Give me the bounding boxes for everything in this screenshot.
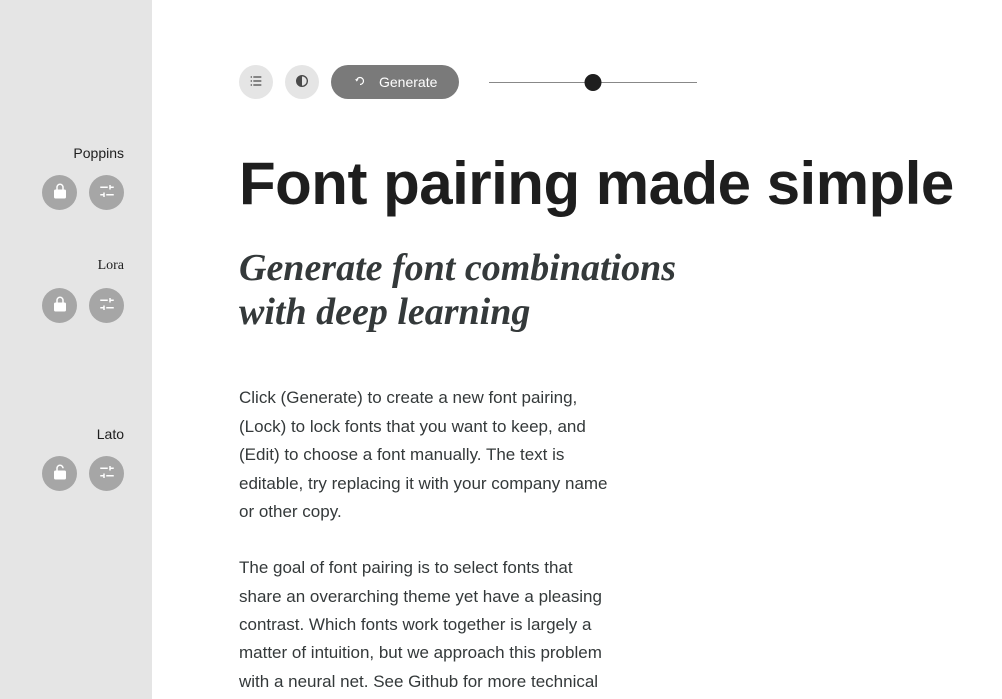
contrast-icon xyxy=(294,73,310,92)
list-icon xyxy=(248,73,264,92)
generate-button[interactable]: Generate xyxy=(331,65,459,99)
font-name-heading: Poppins xyxy=(73,145,124,161)
lock-button-subheading[interactable] xyxy=(42,288,77,323)
list-view-button[interactable] xyxy=(239,65,273,99)
body-paragraph-2[interactable]: The goal of font pairing is to select fo… xyxy=(239,554,614,699)
lock-icon xyxy=(51,295,69,316)
unlock-icon xyxy=(51,463,69,484)
slider-handle[interactable] xyxy=(585,74,602,91)
edit-button-subheading[interactable] xyxy=(89,288,124,323)
heading-text[interactable]: Font pairing made simple xyxy=(239,151,1002,217)
sliders-icon xyxy=(98,295,116,316)
font-slot-body-buttons xyxy=(42,456,124,491)
body-paragraph-1[interactable]: Click (Generate) to create a new font pa… xyxy=(239,384,614,526)
toolbar: Generate xyxy=(239,65,1002,99)
lock-icon xyxy=(51,182,69,203)
refresh-icon xyxy=(353,74,367,91)
font-slot-heading-buttons xyxy=(42,175,124,210)
sliders-icon xyxy=(98,463,116,484)
generate-button-label: Generate xyxy=(379,74,437,90)
contrast-button[interactable] xyxy=(285,65,319,99)
font-name-subheading: Lora xyxy=(98,258,124,274)
font-slot-subheading-buttons xyxy=(42,288,124,323)
lock-button-heading[interactable] xyxy=(42,175,77,210)
lock-button-body[interactable] xyxy=(42,456,77,491)
font-slot-body: Lato xyxy=(0,426,152,491)
font-slot-heading: Poppins xyxy=(0,145,152,210)
subheading-text[interactable]: Generate font combinations with deep lea… xyxy=(239,247,709,334)
font-name-body: Lato xyxy=(97,426,124,442)
body-text: Click (Generate) to create a new font pa… xyxy=(239,384,614,699)
main-content: Generate Font pairing made simple Genera… xyxy=(152,0,1002,699)
sidebar: Poppins Lora xyxy=(0,0,152,699)
font-slot-subheading: Lora xyxy=(0,258,152,323)
size-slider[interactable] xyxy=(489,65,697,99)
edit-button-body[interactable] xyxy=(89,456,124,491)
edit-button-heading[interactable] xyxy=(89,175,124,210)
sliders-icon xyxy=(98,182,116,203)
